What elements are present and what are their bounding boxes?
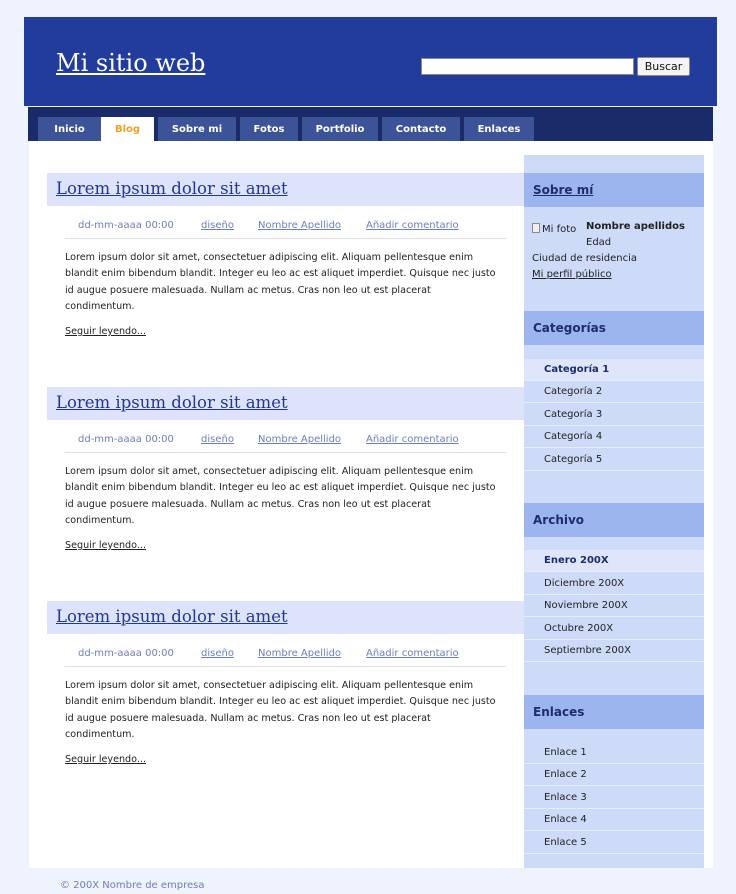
tab-sobre-mi[interactable]: Sobre mi: [158, 117, 236, 141]
post-title-link[interactable]: Lorem ipsum dolor sit amet: [56, 179, 288, 198]
profile-age: Edad: [586, 237, 612, 248]
sidebar-item-link-3[interactable]: Enlace 3: [524, 787, 704, 809]
post-date: dd-mm-aaaa 00:00: [78, 434, 174, 445]
post-meta: dd-mm-aaaa 00:00 diseño Nombre Apellido …: [65, 431, 506, 453]
post-date: dd-mm-aaaa 00:00: [78, 220, 174, 231]
sidebar-heading-links: Enlaces: [524, 695, 704, 729]
sidebar-item-category-5[interactable]: Categoría 5: [524, 449, 704, 471]
sidebar-item-archive-nov[interactable]: Noviembre 200X: [524, 595, 704, 617]
search-button[interactable]: Buscar: [637, 57, 690, 76]
tab-enlaces[interactable]: Enlaces: [464, 117, 534, 141]
sidebar-item-archive-dec[interactable]: Diciembre 200X: [524, 573, 704, 595]
post-author-link[interactable]: Nombre Apellido: [258, 434, 341, 445]
sidebar-item-category-1[interactable]: Categoría 1: [524, 359, 704, 381]
tab-inicio[interactable]: Inicio: [38, 117, 101, 141]
tab-blog[interactable]: Blog: [101, 117, 154, 141]
footer-copyright: © 200X Nombre de empresa: [60, 880, 205, 891]
about-heading-link[interactable]: Sobre mí: [533, 183, 593, 197]
post-title-link[interactable]: Lorem ipsum dolor sit amet: [56, 607, 288, 626]
sidebar-heading-archive: Archivo: [524, 503, 704, 537]
sidebar-item-archive-jan[interactable]: Enero 200X: [524, 550, 704, 572]
sidebar-heading-about: Sobre mí: [524, 173, 704, 207]
post-meta: dd-mm-aaaa 00:00 diseño Nombre Apellido …: [65, 645, 506, 667]
sidebar-item-archive-oct[interactable]: Octubre 200X: [524, 618, 704, 640]
sidebar-item-category-2[interactable]: Categoría 2: [524, 381, 704, 403]
post-body: Lorem ipsum dolor sit amet, consectetuer…: [65, 680, 496, 741]
post-category-link[interactable]: diseño: [201, 648, 234, 659]
profile-city: Ciudad de residencia: [532, 253, 638, 264]
sidebar-heading-categories: Categorías: [524, 311, 704, 345]
sidebar-item-link-5[interactable]: Enlace 5: [524, 832, 704, 854]
post-author-link[interactable]: Nombre Apellido: [258, 220, 341, 231]
sidebar-item-archive-sep[interactable]: Septiembre 200X: [524, 640, 704, 662]
tab-portfolio[interactable]: Portfolio: [302, 117, 378, 141]
broken-image-icon: [532, 223, 540, 233]
profile-photo: Mi foto: [532, 223, 576, 235]
add-comment-link[interactable]: Añadir comentario: [366, 648, 459, 659]
add-comment-link[interactable]: Añadir comentario: [366, 220, 459, 231]
post-title-bar: Lorem ipsum dolor sit amet: [47, 601, 524, 634]
sidebar-item-link-2[interactable]: Enlace 2: [524, 764, 704, 786]
post-category-link[interactable]: diseño: [201, 434, 234, 445]
site-header: Mi sitio web Buscar: [24, 17, 717, 106]
post-title-bar: Lorem ipsum dolor sit amet: [47, 387, 524, 420]
sidebar-item-category-4[interactable]: Categoría 4: [524, 426, 704, 448]
post-category-link[interactable]: diseño: [201, 220, 234, 231]
tab-contacto[interactable]: Contacto: [382, 117, 460, 141]
profile-name: Nombre apellidos: [586, 221, 685, 232]
post-body: Lorem ipsum dolor sit amet, consectetuer…: [65, 252, 496, 313]
post-author-link[interactable]: Nombre Apellido: [258, 648, 341, 659]
post-body: Lorem ipsum dolor sit amet, consectetuer…: [65, 466, 496, 527]
post-title-bar: Lorem ipsum dolor sit amet: [47, 173, 524, 206]
tab-fotos[interactable]: Fotos: [240, 117, 298, 141]
sidebar-item-link-1[interactable]: Enlace 1: [524, 742, 704, 764]
search-input[interactable]: [421, 58, 634, 75]
post-title-link[interactable]: Lorem ipsum dolor sit amet: [56, 393, 288, 412]
sidebar-item-link-4[interactable]: Enlace 4: [524, 809, 704, 831]
read-more-link[interactable]: Seguir leyendo...: [65, 540, 146, 551]
add-comment-link[interactable]: Añadir comentario: [366, 434, 459, 445]
read-more-link[interactable]: Seguir leyendo...: [65, 326, 146, 337]
sidebar-item-category-3[interactable]: Categoría 3: [524, 404, 704, 426]
site-title-link[interactable]: Mi sitio web: [56, 49, 205, 77]
main-nav: Inicio Blog Sobre mi Fotos Portfolio Con…: [28, 107, 713, 141]
post-date: dd-mm-aaaa 00:00: [78, 648, 174, 659]
public-profile-link[interactable]: Mi perfil público: [532, 269, 612, 280]
read-more-link[interactable]: Seguir leyendo...: [65, 754, 146, 765]
post-meta: dd-mm-aaaa 00:00 diseño Nombre Apellido …: [65, 217, 506, 239]
profile-photo-alt: Mi foto: [542, 224, 577, 235]
